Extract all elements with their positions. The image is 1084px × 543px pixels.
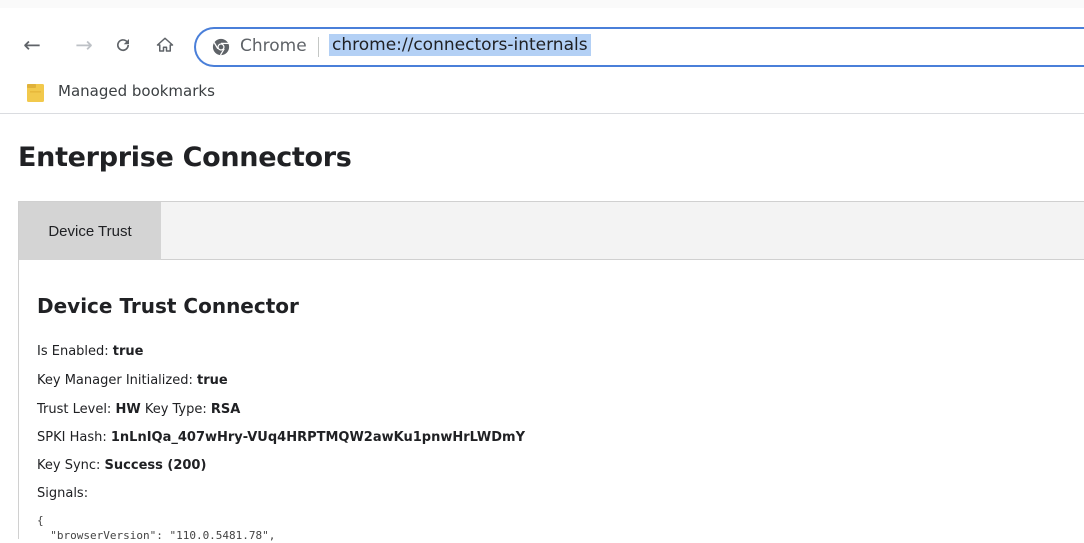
field-label: Is Enabled: [37,344,113,359]
field-value: RSA [210,402,241,417]
field-value: Success (200) [104,458,207,473]
bookmark-managed-bookmarks[interactable]: Managed bookmarks [58,82,215,100]
device-trust-panel: Device Trust Connector Is Enabled: true … [18,260,1084,542]
field-value: true [197,373,228,388]
arrow-left-icon: ← [23,32,41,57]
browser-toolbar: ← → Chrome chrome://connectors-internals [0,0,1084,75]
page-title: Enterprise Connectors [18,142,352,173]
field-value: 1nLnIQa_407wHry-VUq4HRPTMQW2awKu1pnwHrLW… [110,430,525,445]
home-button[interactable] [153,33,177,57]
field-label: Trust Level: [37,402,116,417]
folder-icon [27,84,44,102]
omnibox-url[interactable]: chrome://connectors-internals [329,34,591,56]
section-title: Device Trust Connector [37,294,299,318]
forward-button[interactable]: → [72,33,96,57]
back-button[interactable]: ← [20,33,44,57]
home-icon [156,37,174,52]
spki-hash-row: SPKI Hash: 1nLnIQa_407wHry-VUq4HRPTMQW2a… [37,430,525,445]
json-open-brace: { [37,514,44,527]
omnibox-chip-label: Chrome [240,36,307,56]
reload-button[interactable] [111,33,135,57]
is-enabled-row: Is Enabled: true [37,344,144,359]
json-line: "browserVersion": "110.0.5481.78", [37,529,276,542]
bookmarks-bar: Managed bookmarks [0,75,1084,114]
window-top-edge [0,0,1084,8]
field-label: Key Manager Initialized: [37,373,197,388]
field-value: HW [115,402,141,417]
chrome-icon[interactable] [212,38,230,56]
signals-row: Signals: [37,486,88,501]
arrow-right-icon: → [75,32,93,57]
field-label: SPKI Hash: [37,430,111,445]
key-manager-row: Key Manager Initialized: true [37,373,228,388]
tab-bar: Device Trust [18,201,1084,260]
tab-device-trust[interactable]: Device Trust [19,202,161,260]
trust-level-row: Trust Level: HW Key Type: RSA [37,402,240,417]
field-label: Key Sync: [37,458,105,473]
field-value: true [112,344,144,359]
key-sync-row: Key Sync: Success (200) [37,458,206,473]
field-label: Signals: [37,486,89,501]
address-bar[interactable]: Chrome chrome://connectors-internals [194,27,1084,67]
reload-icon [117,39,130,52]
field-label: Key Type: [140,402,211,417]
omnibox-divider [318,37,319,57]
